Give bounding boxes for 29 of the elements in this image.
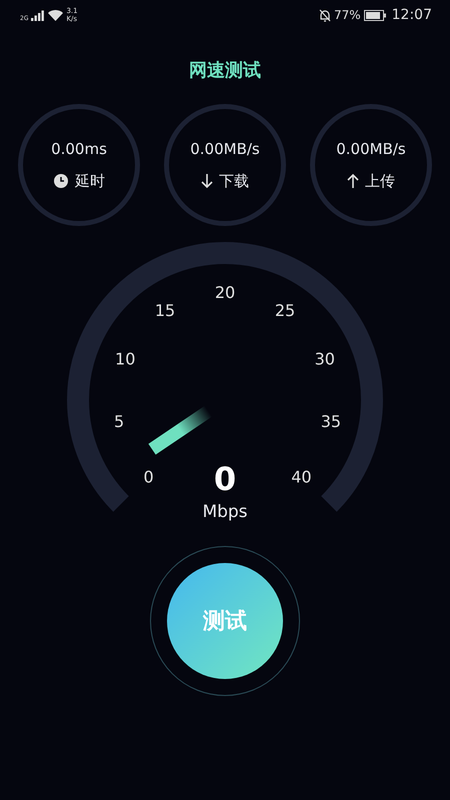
speed-reading: 0 bbox=[214, 460, 236, 498]
clock-icon bbox=[53, 173, 69, 189]
gauge-tick-label: 15 bbox=[154, 301, 176, 320]
wifi-icon bbox=[48, 10, 64, 20]
stat-label: 下载 bbox=[219, 172, 249, 190]
gauge-tick-label: 10 bbox=[115, 350, 136, 369]
stat-value: 0.00ms bbox=[51, 140, 107, 158]
stat-label: 上传 bbox=[365, 172, 395, 190]
stat-value: 0.00MB/s bbox=[190, 140, 260, 158]
battery-icon bbox=[364, 10, 386, 20]
gauge-tick-label: 0 bbox=[144, 467, 154, 486]
signal-icon bbox=[31, 10, 46, 20]
stat-value: 0.00MB/s bbox=[336, 140, 406, 158]
gauge-needle bbox=[148, 406, 212, 455]
gauge-tick-label: 5 bbox=[114, 412, 124, 432]
clock-time: 12:07 bbox=[392, 7, 432, 23]
stat-label: 延时 bbox=[75, 172, 105, 190]
gauge-tick-label: 20 bbox=[214, 283, 236, 302]
arrow-down-icon bbox=[201, 173, 213, 189]
battery-percent: 77% bbox=[334, 8, 361, 22]
test-button[interactable]: 测试 bbox=[167, 563, 283, 679]
bell-off-icon bbox=[318, 8, 331, 22]
arrow-up-icon bbox=[347, 173, 359, 189]
gauge-tick-label: 35 bbox=[320, 412, 342, 432]
gauge-tick-label: 25 bbox=[274, 301, 296, 320]
page-title: 网速测试 bbox=[189, 59, 261, 82]
gauge-tick-label: 40 bbox=[291, 467, 312, 486]
speed-unit: Mbps bbox=[202, 502, 248, 522]
gauge-tick-label: 30 bbox=[314, 350, 335, 369]
